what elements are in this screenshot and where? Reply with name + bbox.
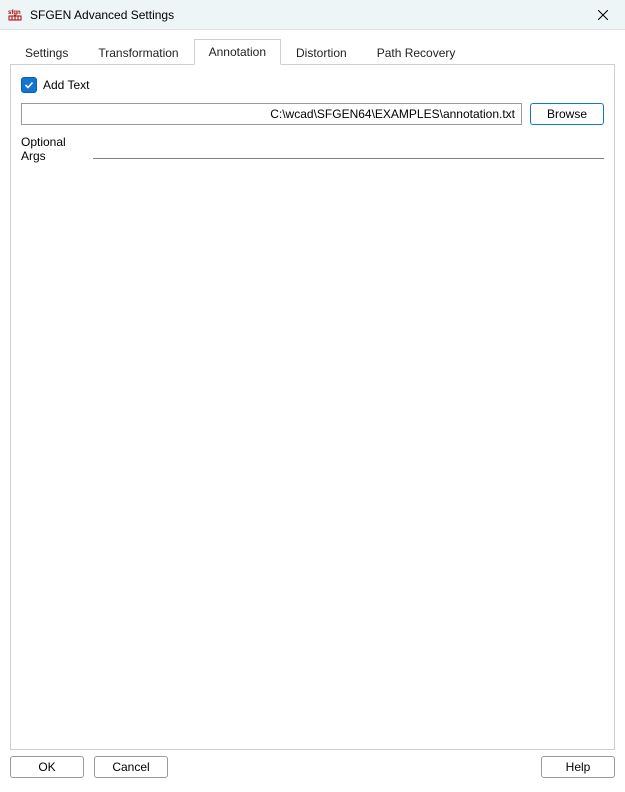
optional-args-input[interactable] [93,139,604,159]
tab-distortion[interactable]: Distortion [281,40,362,65]
annotation-path-input[interactable] [21,103,522,125]
help-button[interactable]: Help [541,756,615,778]
tab-path-recovery[interactable]: Path Recovery [362,40,471,65]
optional-args-label: Optional Args [21,135,93,163]
tab-settings[interactable]: Settings [10,40,83,65]
optional-args-row: Optional Args [21,135,604,163]
tabbar: Settings Transformation Annotation Disto… [10,38,615,64]
dialog-window: sfgn SFGEN Advanced Settings Settings Tr… [0,0,625,792]
add-text-row: Add Text [21,77,604,93]
close-icon [598,10,608,20]
titlebar: sfgn SFGEN Advanced Settings [0,0,625,30]
window-title: SFGEN Advanced Settings [30,8,580,22]
add-text-label: Add Text [43,78,89,92]
app-icon: sfgn [8,7,24,23]
dialog-footer: OK Cancel Help [0,750,625,792]
dialog-body: Settings Transformation Annotation Disto… [0,30,625,750]
close-button[interactable] [580,0,625,30]
checkmark-icon [24,80,34,90]
tab-transformation[interactable]: Transformation [83,40,193,65]
tab-annotation[interactable]: Annotation [194,39,281,65]
ok-button[interactable]: OK [10,756,84,778]
path-row: Browse [21,103,604,125]
cancel-button[interactable]: Cancel [94,756,168,778]
annotation-panel: Add Text Browse Optional Args [10,64,615,750]
browse-button[interactable]: Browse [530,103,604,125]
svg-text:sfgn: sfgn [8,10,21,16]
add-text-checkbox[interactable] [21,77,37,93]
